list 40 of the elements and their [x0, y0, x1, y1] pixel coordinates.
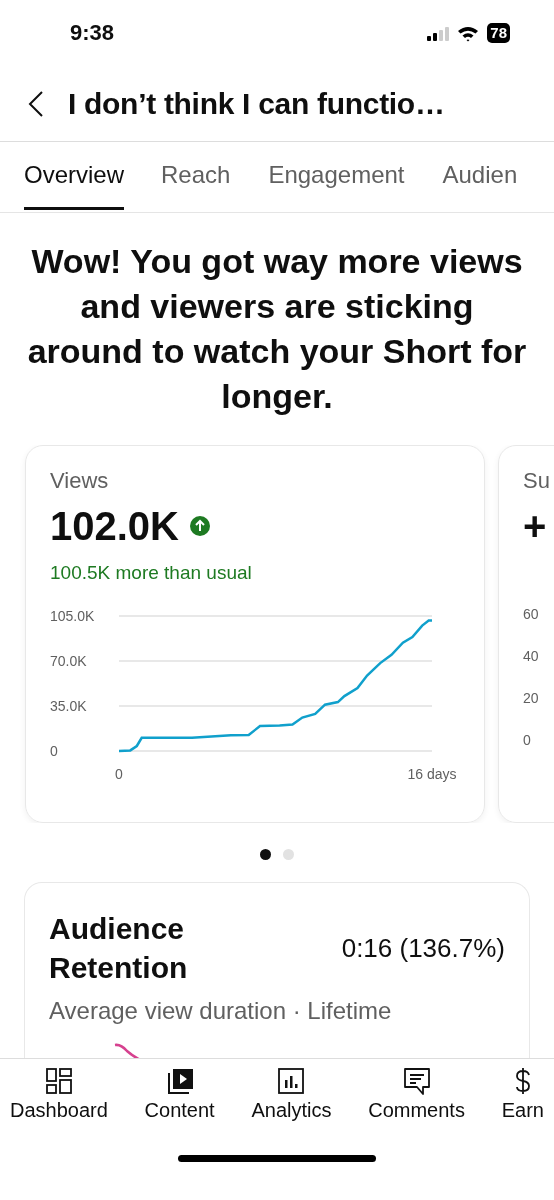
tab[interactable]: Engagement — [249, 142, 424, 210]
tab[interactable]: Overview — [24, 142, 125, 210]
axis-label: 60 — [523, 606, 540, 622]
card-title: Su — [523, 468, 551, 494]
metric-value: 102.0K — [50, 503, 179, 549]
battery-level: 78 — [487, 23, 510, 43]
axis-label: 70.0K — [50, 653, 87, 669]
page-dot[interactable] — [283, 849, 294, 860]
dashboard-icon — [44, 1067, 73, 1095]
comparison-note: 100.5K more than usual — [50, 562, 253, 584]
card-title: Views — [50, 468, 110, 494]
bar-chart-icon — [277, 1067, 306, 1095]
signal-icon — [427, 25, 450, 41]
axis-label: 16 days — [407, 766, 457, 782]
comment-icon — [402, 1067, 431, 1095]
card-title: Audience Retention — [49, 911, 189, 986]
retention-value: 0:16 (136.7%) — [341, 932, 505, 964]
axis-label: 40 — [523, 648, 540, 664]
axis-label: 0 — [523, 732, 532, 748]
nav-item[interactable]: Earn — [495, 1059, 550, 1133]
play-icon — [165, 1067, 194, 1095]
metric-value: + — [523, 503, 547, 549]
headline: Wow! You got way more views and viewers are sticking around to watch your Short for longer. — [26, 241, 528, 417]
axis-label: 105.0K — [50, 608, 95, 624]
status-time: 9:38 — [70, 20, 115, 46]
nav-item[interactable]: Analytics — [245, 1059, 338, 1133]
axis-label: 35.0K — [50, 698, 87, 714]
tab[interactable]: Reach — [142, 142, 250, 210]
axis-label: 0 — [115, 766, 123, 782]
card-subtitle: Average view duration · Lifetime — [49, 997, 393, 1025]
page-dot[interactable] — [260, 849, 271, 860]
nav-item[interactable]: Comments — [362, 1059, 471, 1133]
axis-label: 0 — [50, 743, 58, 759]
axis-label: 20 — [523, 690, 540, 706]
tab[interactable]: Audien — [423, 142, 537, 210]
page-title: I don’t think I can functio… — [68, 86, 445, 121]
wifi-icon — [457, 24, 480, 42]
nav-item[interactable]: Content — [138, 1059, 221, 1133]
nav-item[interactable]: Dashboard — [4, 1059, 114, 1133]
back-icon[interactable] — [28, 89, 44, 118]
